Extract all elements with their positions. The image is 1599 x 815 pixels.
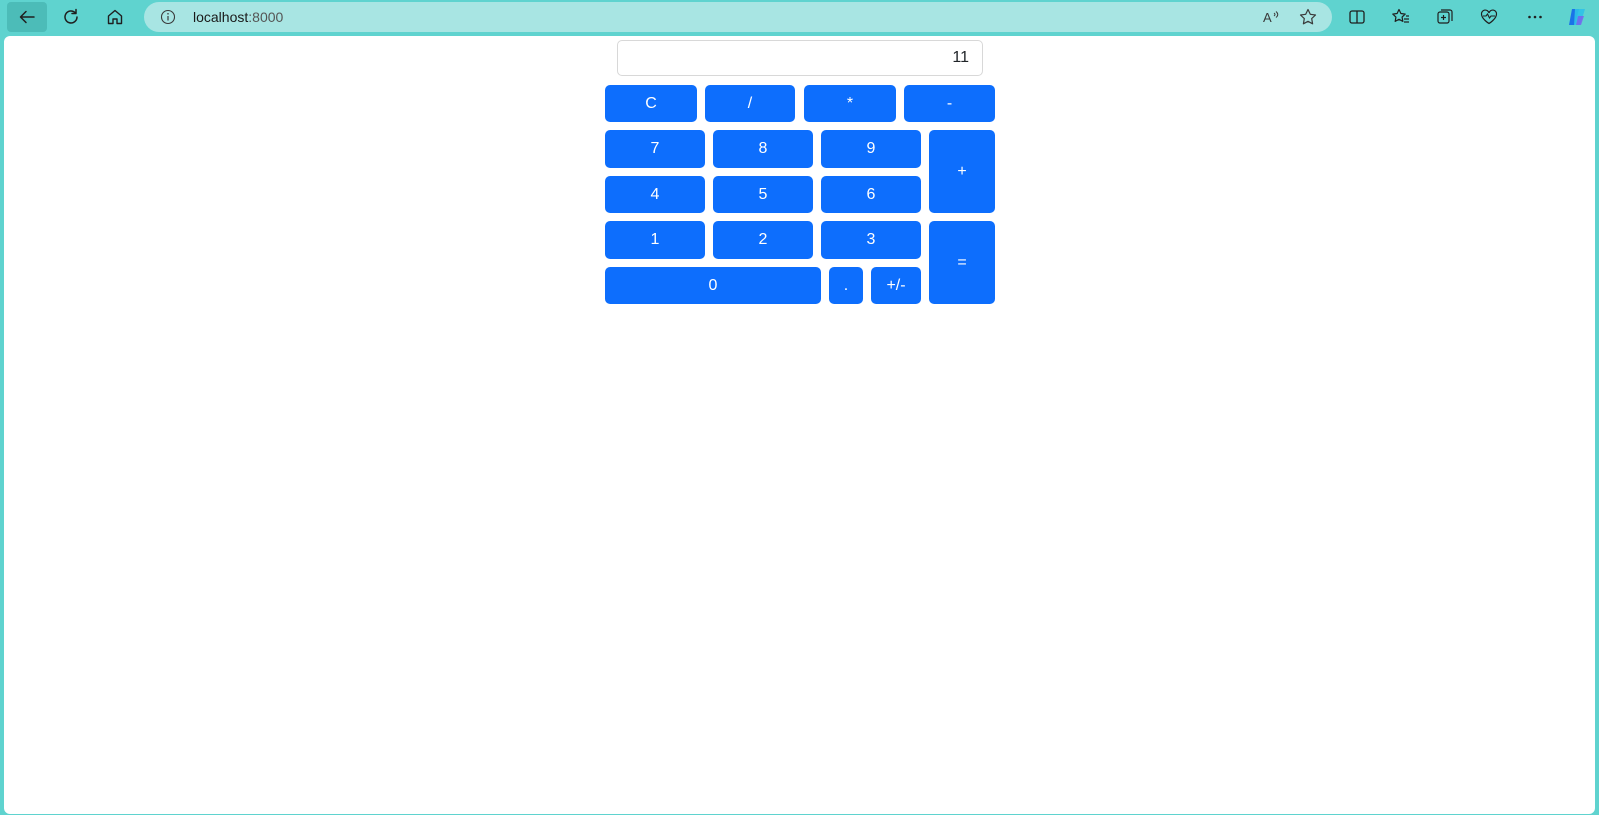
- back-arrow-icon: [19, 10, 35, 24]
- digit-1-button[interactable]: 1: [605, 221, 705, 259]
- more-icon: [1528, 15, 1542, 19]
- heart-pulse-icon: [1480, 9, 1498, 25]
- page-viewport: C / * - 7 8 9 + 4 5 6 1 2 3 = 0 . +/-: [4, 36, 1595, 814]
- add-button[interactable]: +: [929, 130, 995, 213]
- digit-5-button[interactable]: 5: [713, 176, 813, 213]
- address-bar[interactable]: localhost:8000 A: [144, 2, 1332, 32]
- home-icon: [107, 9, 123, 25]
- home-button[interactable]: [95, 2, 135, 32]
- more-button[interactable]: [1520, 3, 1550, 31]
- svg-text:A: A: [1263, 10, 1272, 25]
- url-port: :8000: [248, 9, 284, 25]
- subtract-button[interactable]: -: [904, 85, 995, 122]
- digit-6-button[interactable]: 6: [821, 176, 921, 213]
- split-screen-icon: [1349, 10, 1365, 24]
- equals-button[interactable]: =: [929, 221, 995, 304]
- copilot-icon: [1569, 9, 1585, 25]
- browser-toolbar: localhost:8000 A: [0, 0, 1599, 35]
- performance-button[interactable]: [1474, 3, 1504, 31]
- back-button[interactable]: [7, 2, 47, 32]
- digit-7-button[interactable]: 7: [605, 130, 705, 168]
- digit-0-button[interactable]: 0: [605, 267, 821, 304]
- favorites-button[interactable]: [1386, 3, 1416, 31]
- refresh-button[interactable]: [51, 2, 91, 32]
- digit-9-button[interactable]: 9: [821, 130, 921, 168]
- negate-button[interactable]: +/-: [871, 267, 921, 304]
- divide-button[interactable]: /: [705, 85, 795, 122]
- digit-2-button[interactable]: 2: [713, 221, 813, 259]
- read-aloud-icon[interactable]: A: [1262, 8, 1280, 26]
- clear-button[interactable]: C: [605, 85, 697, 122]
- digit-8-button[interactable]: 8: [713, 130, 813, 168]
- collections-button[interactable]: [1430, 3, 1460, 31]
- star-icon[interactable]: [1298, 7, 1318, 27]
- refresh-icon: [64, 8, 78, 24]
- url-text[interactable]: localhost:8000: [193, 9, 283, 25]
- digit-3-button[interactable]: 3: [821, 221, 921, 259]
- info-icon[interactable]: [160, 9, 176, 25]
- url-host: localhost: [193, 9, 249, 25]
- multiply-button[interactable]: *: [804, 85, 896, 122]
- digit-4-button[interactable]: 4: [605, 176, 705, 213]
- decimal-button[interactable]: .: [829, 267, 863, 304]
- split-screen-button[interactable]: [1342, 3, 1372, 31]
- calculator-display[interactable]: [617, 40, 983, 76]
- copilot-button[interactable]: [1562, 3, 1592, 31]
- collections-icon: [1437, 9, 1453, 24]
- favorites-icon: [1392, 8, 1409, 23]
